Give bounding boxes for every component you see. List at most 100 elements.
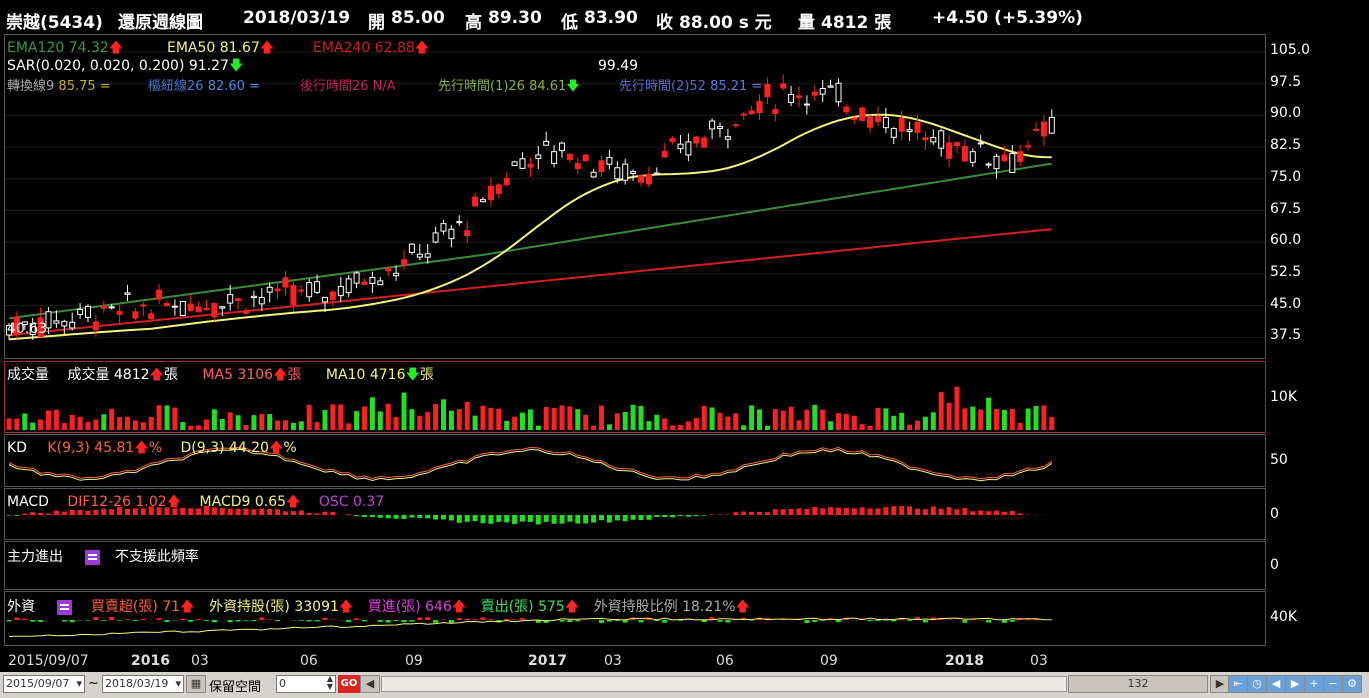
volume-bar	[1009, 408, 1015, 430]
volume-unit: 張	[163, 367, 178, 383]
net-buy-bar	[875, 620, 881, 621]
zoom-out-icon[interactable]: −	[1323, 675, 1343, 693]
volume-bar	[30, 422, 36, 430]
volume-bar	[362, 406, 367, 430]
candle-body	[345, 278, 352, 294]
clock-icon[interactable]: ◷	[1247, 675, 1267, 693]
time-tick-label: 06	[716, 653, 734, 669]
volume-bar	[970, 406, 976, 430]
low-label: 低	[561, 13, 578, 33]
main-force-panel[interactable]: 主力進出 不支援此頻率	[4, 541, 1266, 590]
zoom-in-icon[interactable]: +	[1304, 675, 1324, 693]
arrow-up-icon: 🡅	[134, 440, 149, 456]
arrow-down-icon: 🡇	[228, 58, 244, 74]
scroll-track[interactable]	[381, 676, 1067, 692]
candle-body	[108, 306, 115, 309]
volume-bar	[204, 419, 209, 430]
volume-bar	[354, 411, 360, 430]
candle-body	[574, 163, 581, 170]
volume-panel[interactable]: 成交量 成交量 4812🡅張 MA5 3106🡅張 MA10 4716🡇張	[4, 361, 1266, 433]
volume-bar	[836, 413, 841, 430]
osc-bar	[962, 508, 968, 515]
candle-body	[961, 146, 968, 162]
osc-bar	[559, 515, 565, 524]
candle-body	[1017, 151, 1024, 163]
volume-bar	[93, 419, 99, 430]
candle-body	[685, 141, 692, 156]
volume-bar	[859, 424, 865, 430]
main-force-legend: 主力進出 不支援此頻率	[7, 546, 199, 566]
volume-bar	[764, 425, 770, 430]
spin-icon[interactable]: ▲ ▼	[327, 675, 333, 691]
next-icon[interactable]: ▶	[1285, 675, 1305, 693]
scroll-left-button[interactable]: ◀	[360, 675, 380, 693]
volume-bar	[22, 413, 28, 430]
volume-bar	[401, 392, 407, 430]
candle-body	[732, 124, 739, 127]
list-menu-icon[interactable]	[57, 599, 73, 615]
candle-body	[890, 127, 897, 138]
volume-bar	[804, 409, 810, 430]
end-date-select[interactable]: 2018/03/19 ▾	[102, 675, 184, 693]
scroll-thumb[interactable]: 132	[1068, 675, 1208, 693]
net-buy-bar	[922, 620, 928, 623]
scroll-right-button[interactable]: ▶	[1210, 675, 1230, 693]
volume-bar	[962, 408, 968, 430]
volume-bar	[701, 406, 707, 430]
osc-bar	[456, 515, 462, 523]
foreign-panel[interactable]: 外資 買賣超(張) 71🡅 外資持股(張) 33091🡅 買進(張) 646🡅 …	[4, 591, 1266, 646]
ema240-text: EMA240 62.88	[313, 40, 415, 56]
candle-body	[243, 310, 249, 314]
volume-bar	[891, 415, 897, 430]
volume-bar	[425, 411, 431, 430]
first-page-icon[interactable]: ⇤	[1228, 675, 1248, 693]
osc-bar	[512, 515, 518, 525]
arrow-up-icon: 🡅	[286, 494, 301, 510]
candle-body	[614, 167, 621, 180]
time-tick-label: 03	[191, 653, 209, 669]
candle-body	[156, 289, 163, 300]
volume-value: 4812 張	[821, 13, 892, 33]
volume-bar	[954, 386, 960, 430]
volume-bar	[1049, 417, 1055, 430]
settings-icon[interactable]: ⚙	[1342, 675, 1362, 693]
osc-bar	[907, 506, 913, 515]
osc-bar	[915, 508, 920, 515]
net-buy-bar	[117, 620, 123, 621]
volume-bar	[1017, 423, 1023, 430]
reserve-space-input[interactable]: 0 ▲ ▼	[276, 675, 336, 693]
macd-panel[interactable]: MACD DIF12-26 1.02🡅 MACD9 0.65🡅 OSC 0.37	[4, 488, 1266, 540]
osc-bar	[851, 508, 857, 515]
kd-panel[interactable]: KD K(9,3) 45.81🡅% D(9,3) 44.20🡅%	[4, 434, 1266, 487]
volume-bar	[907, 424, 913, 430]
arrow-up-icon: 🡅	[180, 599, 195, 615]
candle-body	[701, 137, 708, 148]
date-separator: ~	[88, 676, 99, 691]
candle-body	[416, 253, 423, 258]
calendar-button[interactable]: ▦	[186, 675, 206, 693]
candle-body	[424, 253, 431, 258]
kd-legend: KD K(9,3) 45.81🡅% D(9,3) 44.20🡅%	[7, 437, 297, 461]
osc-bar	[591, 515, 597, 523]
prev-icon[interactable]: ◀	[1266, 675, 1286, 693]
candle-body	[819, 87, 826, 95]
volume-bar	[464, 401, 470, 430]
lead2-label: 先行時間(2)52	[619, 79, 706, 94]
price-panel[interactable]: EMA120 74.32🡅 EMA50 81.67🡅 EMA240 62.88🡅…	[4, 34, 1266, 359]
osc-bar	[1009, 511, 1015, 515]
osc-bar	[480, 515, 486, 524]
arrow-up-icon: 🡅	[338, 599, 354, 615]
time-tick-label: 03	[1030, 653, 1048, 669]
net-buy-bar	[306, 620, 312, 622]
candle-body	[993, 155, 1000, 170]
volume-bar	[38, 419, 44, 430]
volume-bar	[125, 416, 130, 430]
peak-price-label: 99.49	[598, 58, 639, 74]
volume-bar	[591, 425, 597, 430]
list-menu-icon[interactable]	[85, 549, 101, 565]
go-button[interactable]: GO	[338, 675, 360, 693]
start-date-select[interactable]: 2015/09/07 ▾	[3, 675, 85, 693]
osc-bar	[464, 515, 470, 522]
osc-bar	[425, 515, 431, 519]
candle-body	[1040, 121, 1047, 137]
